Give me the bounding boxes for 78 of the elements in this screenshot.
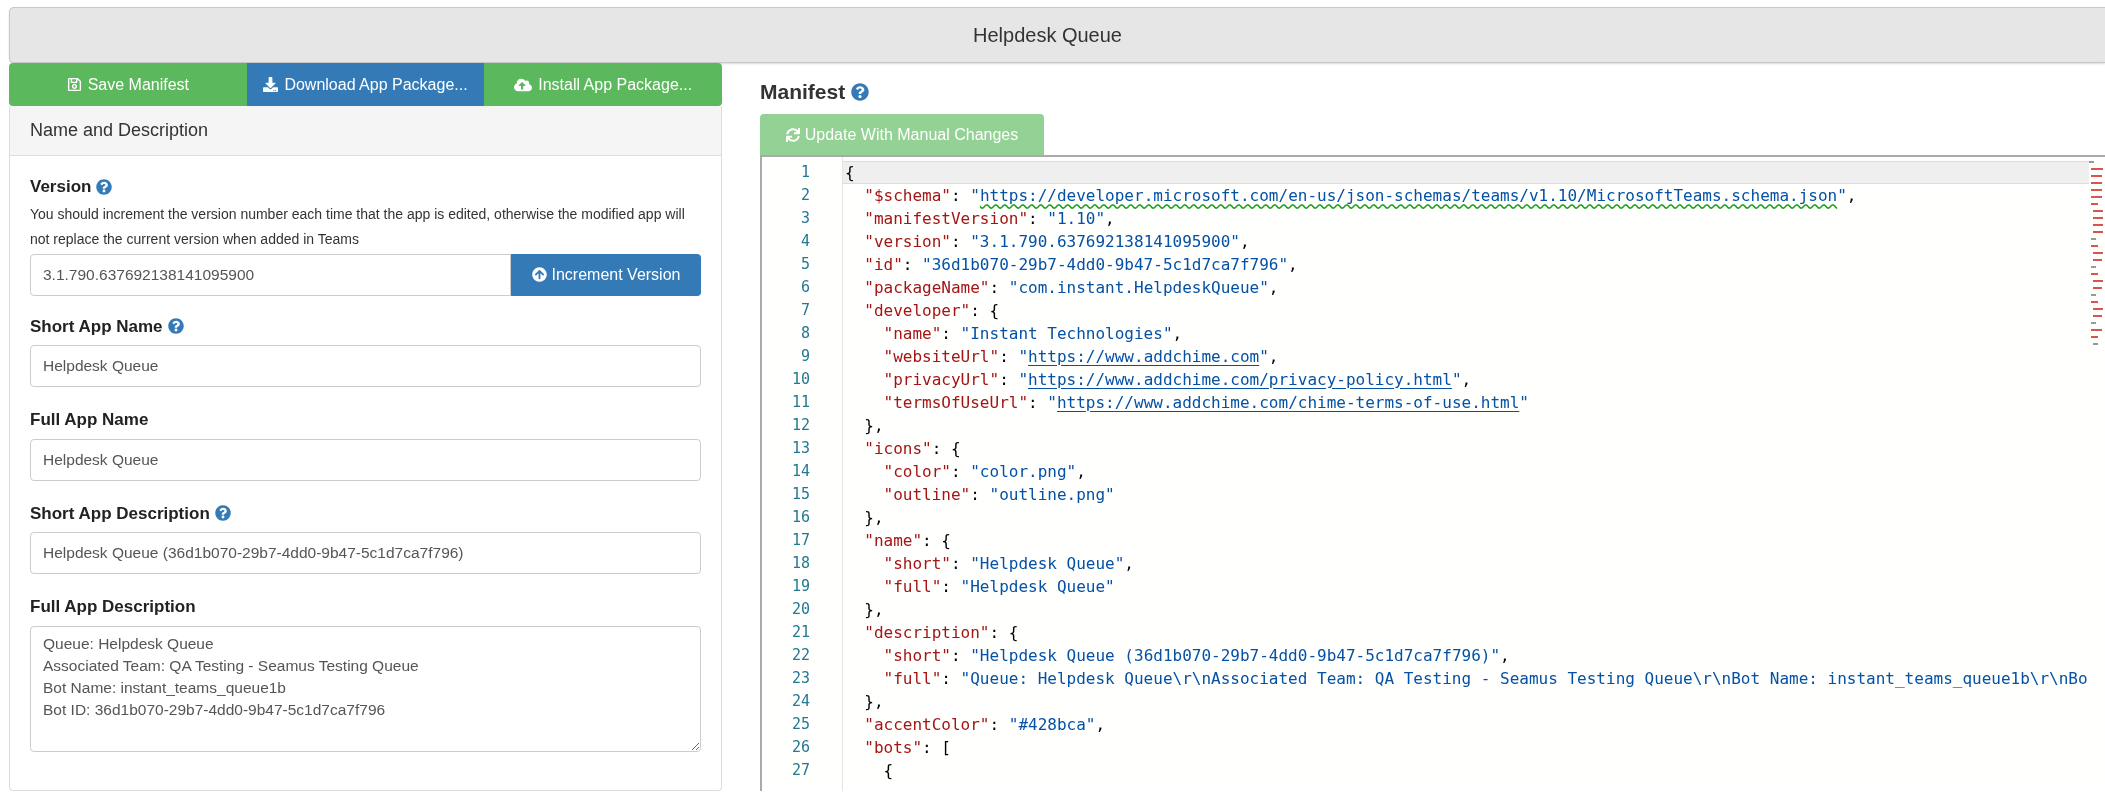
- help-icon[interactable]: [96, 178, 113, 195]
- description-textarea[interactable]: Queue: Helpdesk Queue Associated Team: QA Testing - Seamus Testing Queue Bot Name: instant_teams_queue1b Bot ID: 36d1b070-29b7-4dd0-9b47-5c1d7ca7f796: [30, 625, 701, 752]
- line-number: 27: [791, 760, 810, 782]
- version-input[interactable]: 3.1.790.637692138141095900: [30, 253, 511, 296]
- line-number: 9: [800, 346, 810, 368]
- line-number: 12: [791, 415, 810, 437]
- line-number: 1: [800, 162, 810, 184]
- section-heading: Manifest: [760, 79, 846, 106]
- code-line: "termsOfUseUrl": "https://www.addchime.com/chime-terms-of-use.html": [882, 391, 1529, 414]
- code-editor[interactable]: [760, 155, 2105, 791]
- text-input[interactable]: Helpdesk Queue: [30, 345, 701, 387]
- line-number: 10: [791, 369, 810, 391]
- code-line: },: [863, 690, 884, 713]
- code-line: "developer": {: [863, 299, 1000, 322]
- help-icon[interactable]: [851, 83, 870, 101]
- line-number: 3: [800, 208, 810, 230]
- code-line: "name": {: [863, 529, 951, 552]
- code-line: },: [863, 598, 884, 621]
- window-title: Helpdesk Queue: [973, 23, 1123, 48]
- line-number: 16: [791, 507, 810, 529]
- code-line: "color": "color.png",: [882, 460, 1086, 483]
- line-number: 6: [800, 277, 810, 299]
- code-line: "privacyUrl": "https://www.addchime.com/privacy-policy.html",: [882, 368, 1472, 391]
- download-icon: [263, 77, 279, 92]
- code-line: },: [863, 414, 884, 437]
- line-number: 15: [791, 484, 810, 506]
- code-line: "version": "3.1.790.637692138141095900",: [863, 230, 1250, 253]
- line-number: 8: [800, 323, 810, 345]
- line-number: 4: [800, 231, 810, 253]
- code-line: {: [882, 759, 894, 782]
- field-label: Version: [30, 176, 92, 198]
- code-line: "name": "Instant Technologies",: [882, 322, 1183, 345]
- code-line: "accentColor": "#428bca",: [863, 713, 1106, 736]
- increment-version-button[interactable]: Increment Version: [511, 253, 701, 296]
- code-line: "full": "Helpdesk Queue": [882, 575, 1115, 598]
- line-number: 24: [791, 691, 810, 713]
- field-description: You should increment the version number each time that the app is edited, otherwise the modified app will not replace the current version when added in Teams: [30, 204, 686, 249]
- code-line: "websiteUrl": "https://www.addchime.com",: [882, 345, 1279, 368]
- help-icon[interactable]: [214, 505, 231, 522]
- code-line: "short": "Helpdesk Queue (36d1b070-29b7-4dd0-9b47-5c1d7ca7f796)",: [882, 644, 1510, 667]
- code-line: "full": "Queue: Helpdesk Queue\r\nAssociated Team: QA Testing - Seamus Testing Queue\r\nBot Name: instant_teams_queue1b\r\nBo: [882, 667, 2088, 690]
- line-number: 22: [791, 645, 810, 667]
- refresh-icon: [785, 127, 800, 142]
- line-number: 14: [791, 461, 810, 483]
- line-number: 17: [791, 530, 810, 552]
- line-number: 11: [791, 392, 810, 414]
- text-input[interactable]: Helpdesk Queue (36d1b070-29b7-4dd0-9b47-5c1d7ca7f796): [30, 532, 701, 574]
- line-number: 2: [800, 185, 810, 207]
- code-line: "manifestVersion": "1.10",: [863, 207, 1115, 230]
- code-line: "bots": [: [863, 736, 951, 759]
- update-button: Update With Manual Changes: [760, 114, 1044, 155]
- line-number: 25: [791, 714, 810, 736]
- code-line: "description": {: [863, 621, 1019, 644]
- code-line: "icons": {: [863, 437, 961, 460]
- line-number: 19: [791, 576, 810, 598]
- code-line: "packageName": "com.instant.HelpdeskQueue",: [863, 276, 1279, 299]
- line-number: 26: [791, 737, 810, 759]
- help-icon[interactable]: [167, 318, 184, 335]
- code-line: "short": "Helpdesk Queue",: [882, 552, 1134, 575]
- text-input[interactable]: Helpdesk Queue: [30, 438, 701, 481]
- code-line: },: [863, 506, 884, 529]
- field-label: Short App Name: [30, 315, 163, 338]
- field-label: Full App Description: [30, 596, 196, 618]
- action-button[interactable]: Download App Package...: [246, 63, 485, 106]
- field-label: Short App Description: [30, 502, 210, 525]
- code-line: "outline": "outline.png": [882, 483, 1115, 506]
- field-label: Full App Name: [30, 409, 149, 431]
- line-number: 18: [791, 553, 810, 575]
- panel-heading: Name and Description: [30, 119, 209, 142]
- line-number: 21: [791, 622, 810, 644]
- line-number: 23: [791, 668, 810, 690]
- line-number: 20: [791, 599, 810, 621]
- line-number: 13: [791, 438, 810, 460]
- line-number: 5: [800, 254, 810, 276]
- code-line: "id": "36d1b070-29b7-4dd0-9b47-5c1d7ca7f796",: [863, 253, 1298, 276]
- line-number: 7: [800, 300, 810, 322]
- code-line: {: [844, 161, 855, 184]
- code-line: "$schema": "https://developer.microsoft.com/en-us/json-schemas/teams/v1.10/MicrosoftTeams.schema.json",: [863, 184, 1857, 207]
